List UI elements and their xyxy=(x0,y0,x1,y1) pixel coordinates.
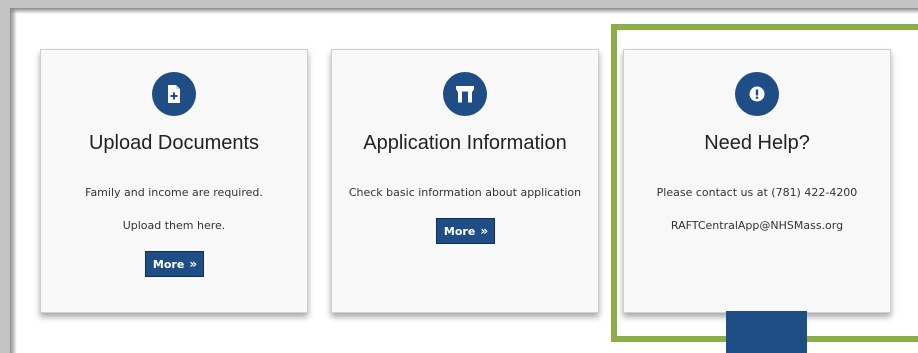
upload-documents-more-button[interactable]: More » xyxy=(144,251,204,277)
add-document-icon xyxy=(152,72,196,116)
need-help-card: Need Help? Please contact us at (781) 42… xyxy=(623,49,891,313)
more-button-label: More xyxy=(152,257,185,271)
upload-documents-card: Upload Documents Family and income are r… xyxy=(40,49,308,313)
card-title: Upload Documents xyxy=(88,132,260,154)
application-information-card: Application Information Check basic info… xyxy=(331,49,599,313)
application-information-more-button[interactable]: More » xyxy=(435,218,495,244)
more-button-label: More xyxy=(443,224,476,238)
card-text: Check basic information about applicatio… xyxy=(348,186,582,199)
card-title: Need Help? xyxy=(704,132,810,154)
card-text: Upload them here. xyxy=(122,219,226,232)
exclamation-icon xyxy=(735,72,779,116)
card-text: Family and income are required. xyxy=(85,186,263,199)
bottom-panel-block xyxy=(726,311,807,353)
double-chevron-right-icon: » xyxy=(189,257,197,271)
card-title: Application Information xyxy=(363,132,567,154)
double-chevron-right-icon: » xyxy=(480,224,488,238)
contact-phone-text: Please contact us at (781) 422-4200 xyxy=(656,186,858,199)
contact-email-link[interactable]: RAFTCentralApp@NHSMass.org xyxy=(624,218,890,233)
archway-icon xyxy=(443,72,487,116)
